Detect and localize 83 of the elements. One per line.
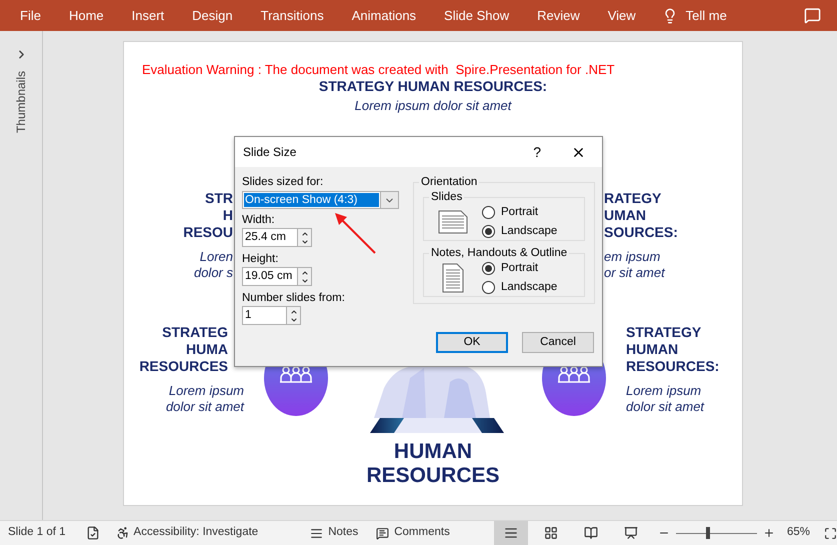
radio-label: Landscape [501, 280, 558, 295]
spin-buttons-icon[interactable] [297, 229, 311, 246]
number-field[interactable]: 19.05 cm [242, 267, 312, 286]
block-heading: UMAN [604, 207, 646, 224]
accessibility-status[interactable]: Accessibility: Investigate [134, 524, 258, 542]
speech-bubble-icon [376, 526, 390, 540]
grid-icon [544, 526, 558, 540]
radio-button[interactable] [482, 225, 495, 238]
presentation-screen-icon [624, 526, 638, 540]
block-text: em ipsum [604, 249, 662, 265]
zoom-level[interactable]: 65% [786, 524, 810, 542]
ribbon-tab[interactable]: Insert [132, 6, 164, 26]
block-text: dolor s [194, 265, 233, 281]
radio-label: Portrait [501, 260, 538, 276]
zoom-in-icon[interactable] [762, 527, 775, 539]
notes-icon [310, 526, 324, 540]
ribbon-tab[interactable]: Design [192, 6, 233, 26]
landscape-page-icon [438, 210, 468, 234]
radio-label: Portrait [501, 204, 538, 220]
block-heading: RESOURCES [139, 358, 228, 375]
spelling-icon[interactable] [86, 526, 100, 540]
ribbon-tab[interactable]: Review [537, 6, 580, 26]
group-label: Notes, Handouts & Outline [429, 246, 570, 260]
field-label: Slides sized for: [242, 175, 324, 189]
block-heading: STRATEGY [626, 324, 702, 341]
block-text: Lorem ipsum [626, 383, 702, 399]
block-text: Lorem ipsum [168, 383, 244, 399]
accessibility-icon[interactable] [116, 526, 130, 540]
block-heading: H [222, 207, 233, 224]
block-text: dolor sit amet [626, 399, 704, 415]
zoom-thumb[interactable] [706, 527, 710, 539]
block-text: Loren [198, 249, 233, 265]
annotation-arrow [332, 210, 378, 256]
number-field[interactable]: 25.4 cm [242, 228, 312, 247]
spin-buttons-icon[interactable] [286, 307, 300, 324]
slide-title: STRATEGY HUMAN RESOURCES: [318, 77, 548, 95]
slides-sized-for-dropdown[interactable]: On-screen Show (4:3) [242, 191, 399, 209]
notes-button[interactable]: Notes [310, 524, 358, 542]
block-heading: STRATEG [162, 324, 228, 341]
ribbon-tab[interactable]: View [608, 6, 636, 26]
ribbon-tab[interactable]: Transitions [260, 6, 324, 26]
ribbon-tab[interactable]: Slide Show [444, 6, 510, 26]
field-label: Number slides from: [242, 291, 346, 305]
block-heading: SOURCES: [604, 224, 678, 241]
field-label: Height: [242, 252, 280, 266]
portrait-page-icon [442, 263, 464, 293]
block-text: or sit amet [604, 265, 665, 281]
ribbon-tab[interactable]: Animations [352, 6, 416, 26]
radio-label: Landscape [501, 224, 558, 239]
ribbon-tab[interactable]: File [20, 6, 41, 26]
dialog-title: Slide Size [243, 144, 296, 161]
comments-icon[interactable] [804, 7, 821, 24]
radio-button[interactable] [482, 262, 495, 275]
number-field[interactable]: 1 [242, 306, 301, 325]
block-heading: RESOURCES: [626, 358, 720, 375]
ok-button[interactable]: OK [436, 332, 508, 353]
center-title: RESOURCES [366, 464, 500, 488]
evaluation-warning: Evaluation Warning : The document was created with Spire.Presentation for .NET [142, 61, 615, 79]
thumbnails-label[interactable]: Thumbnails [12, 71, 30, 134]
fit-slide-icon[interactable] [824, 526, 837, 540]
slide-counter: Slide 1 of 1 [8, 525, 66, 540]
help-button[interactable]: ? [533, 142, 541, 162]
block-heading: HUMA [186, 341, 228, 358]
radio-button[interactable] [482, 281, 495, 294]
slide-subtitle: Lorem ipsum dolor sit amet [354, 97, 512, 115]
book-icon [584, 526, 598, 540]
ribbon-tab[interactable]: Home [68, 6, 104, 26]
block-text: dolor sit amet [166, 399, 244, 415]
center-title: HUMAN [394, 440, 472, 464]
comments-button[interactable]: Comments [376, 524, 450, 542]
tell-me-field[interactable]: Tell me [686, 6, 727, 26]
dropdown-chevron-icon[interactable] [380, 192, 398, 208]
zoom-slider[interactable] [676, 526, 757, 540]
normal-view-button[interactable] [494, 521, 528, 545]
radio-button[interactable] [482, 206, 495, 219]
lines-icon [504, 526, 518, 540]
block-heading: HUMAN [626, 341, 678, 358]
block-heading: RATEGY [604, 190, 662, 207]
block-heading: RESOU [183, 224, 233, 241]
cancel-button[interactable]: Cancel [522, 332, 594, 353]
field-label: Width: [242, 213, 276, 227]
spin-buttons-icon[interactable] [297, 268, 311, 285]
block-heading: STR [205, 190, 233, 207]
